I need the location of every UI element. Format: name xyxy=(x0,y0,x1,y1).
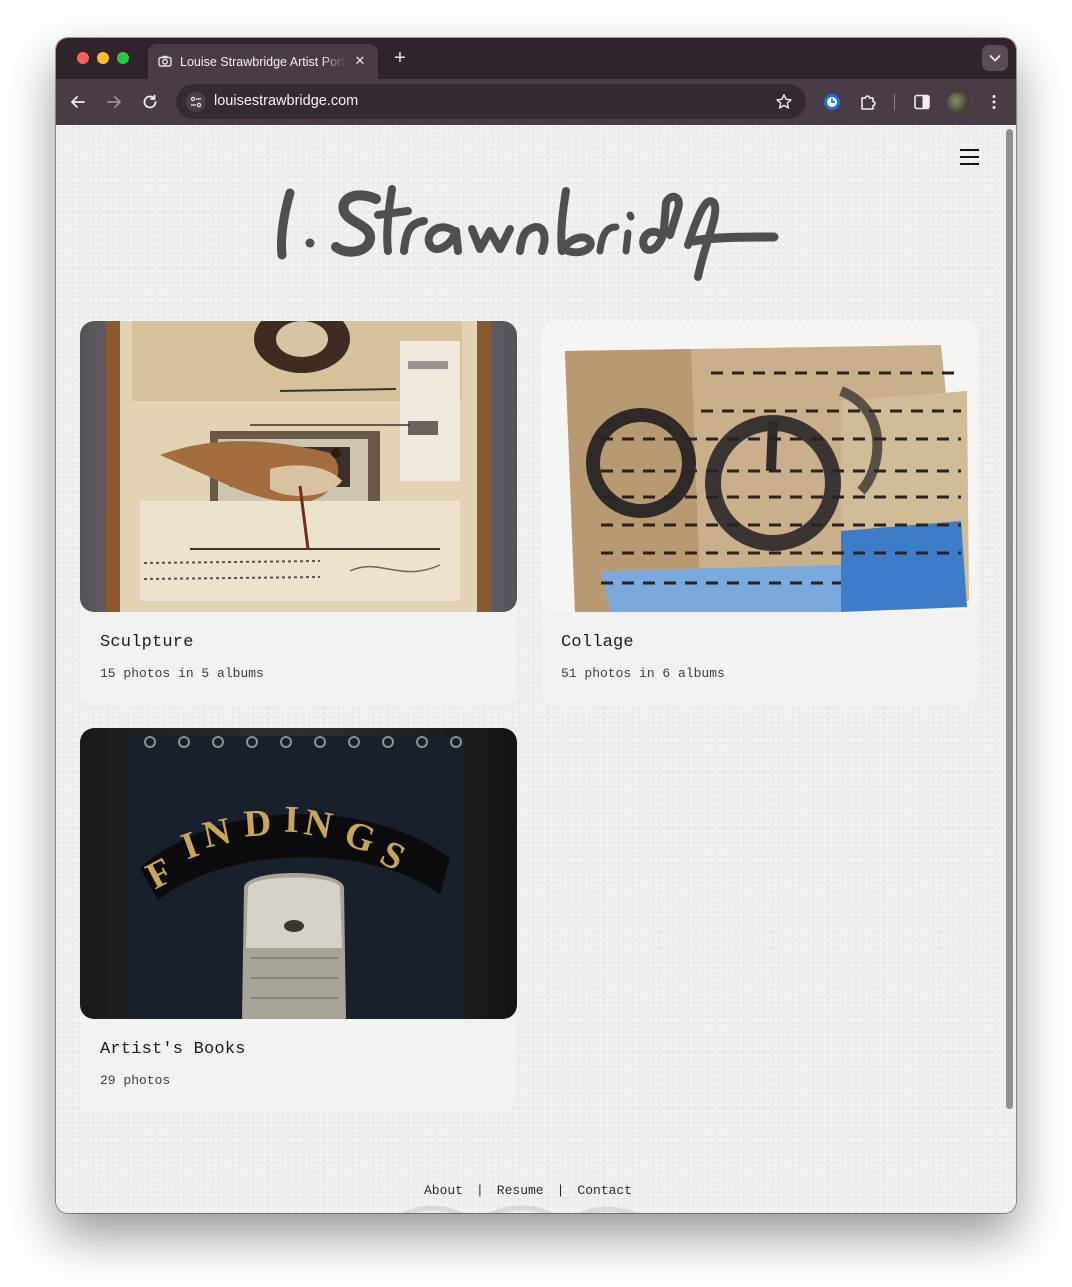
footer-separator: | xyxy=(556,1183,565,1198)
minimize-window-button[interactable] xyxy=(97,52,109,64)
maximize-window-button[interactable] xyxy=(117,52,129,64)
card-meta: 51 photos in 6 albums xyxy=(561,666,725,681)
url-text[interactable]: louisestrawbridge.com xyxy=(214,92,358,111)
footer-watermark-logo xyxy=(401,1205,637,1213)
page-scrollbar[interactable] xyxy=(1006,129,1013,1109)
camera-icon xyxy=(158,55,172,67)
browser-window: Louise Strawbridge Artist Portfolio ✕ + xyxy=(56,38,1016,1213)
site-info-icon[interactable] xyxy=(186,92,206,112)
footer-separator: | xyxy=(475,1183,484,1198)
tab-active[interactable]: Louise Strawbridge Artist Portfolio ✕ xyxy=(148,44,378,79)
footer-link-resume[interactable]: Resume xyxy=(497,1183,544,1198)
tab-title: Louise Strawbridge Artist Portfolio xyxy=(180,55,346,69)
collage-thumbnail[interactable] xyxy=(541,321,978,612)
svg-text:D: D xyxy=(242,802,272,846)
profile-avatar[interactable] xyxy=(947,92,969,114)
close-tab-icon[interactable]: ✕ xyxy=(352,53,368,69)
tab-strip: Louise Strawbridge Artist Portfolio ✕ + xyxy=(56,38,1016,79)
forward-arrow-icon[interactable] xyxy=(103,91,125,113)
browser-toolbar: louisestrawbridge.com xyxy=(56,79,1016,125)
gallery-card-collage[interactable]: Collage 51 photos in 6 albums xyxy=(541,321,978,705)
extensions-puzzle-icon[interactable] xyxy=(857,91,879,113)
artists-books-thumbnail[interactable]: F I N D I N G S xyxy=(80,728,517,1019)
gallery-card-sculpture[interactable]: Sculpture 15 photos in 5 albums xyxy=(80,321,517,705)
more-vertical-icon[interactable] xyxy=(983,91,1005,113)
new-tab-button[interactable]: + xyxy=(390,48,410,68)
footer-nav: About | Resume | Contact xyxy=(56,1183,1000,1198)
signature-logo[interactable] xyxy=(274,185,782,287)
card-meta: 29 photos xyxy=(100,1073,171,1088)
card-title[interactable]: Sculpture xyxy=(100,633,194,652)
card-title[interactable]: Collage xyxy=(561,633,634,652)
card-title[interactable]: Artist's Books xyxy=(100,1040,246,1059)
web-page: Sculpture 15 photos in 5 albums Collage … xyxy=(56,125,1016,1213)
gallery-card-artists-books[interactable]: F I N D I N G S Artist's Books 29 photos xyxy=(80,728,517,1111)
footer-link-about[interactable]: About xyxy=(424,1183,463,1198)
address-bar[interactable]: louisestrawbridge.com xyxy=(176,84,806,119)
password-manager-extension-icon[interactable] xyxy=(821,91,843,113)
tab-search-button[interactable] xyxy=(982,45,1008,71)
chevron-down-icon xyxy=(989,55,1001,62)
card-meta: 15 photos in 5 albums xyxy=(100,666,264,681)
back-arrow-icon[interactable] xyxy=(67,91,89,113)
hamburger-menu-icon[interactable] xyxy=(960,149,979,165)
svg-text:I: I xyxy=(283,799,299,841)
close-window-button[interactable] xyxy=(77,52,89,64)
bookmark-star-icon[interactable] xyxy=(774,92,794,112)
footer-link-contact[interactable]: Contact xyxy=(577,1183,632,1198)
side-panel-icon[interactable] xyxy=(911,91,933,113)
sculpture-thumbnail[interactable] xyxy=(80,321,517,612)
toolbar-divider xyxy=(894,94,895,110)
reload-icon[interactable] xyxy=(139,91,161,113)
